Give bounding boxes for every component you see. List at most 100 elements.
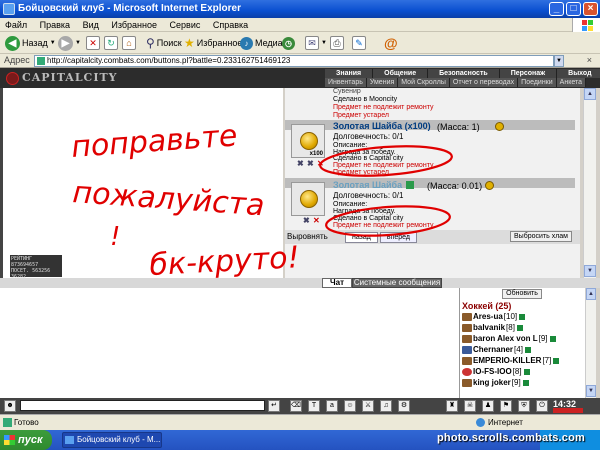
nav-inventory[interactable]: Инвентарь [325, 78, 367, 87]
user-name: Chernaner [473, 345, 514, 354]
menu-edit[interactable]: Правка [35, 18, 75, 32]
start-button[interactable]: пуск [0, 430, 52, 450]
item-slot[interactable]: x100 [291, 124, 325, 158]
nav-knowledge[interactable]: Знания [325, 69, 374, 78]
tab-forward[interactable]: вперед [379, 232, 417, 243]
minimize-button[interactable]: _ [549, 2, 564, 16]
sword-icon[interactable]: ⚔ [362, 400, 374, 412]
skull-icon[interactable]: ☠ [464, 400, 476, 412]
use-item-icon[interactable]: ✖ [297, 159, 304, 168]
refresh-page-button[interactable]: ↻ [104, 35, 118, 51]
list-item[interactable]: EMPERIO-KILLER [7] [462, 356, 560, 366]
nav-profile[interactable]: Анкета [556, 78, 587, 87]
transfer-item-icon[interactable]: ✖ [307, 159, 314, 168]
search-button[interactable]: ⚲ Поиск [146, 35, 182, 51]
print-button[interactable]: ⎙ [330, 35, 344, 51]
menu-view[interactable]: Вид [78, 18, 104, 32]
forward-button[interactable]: ▶ ▼ [58, 35, 81, 51]
nav-exit[interactable]: Выход [557, 69, 600, 78]
menu-favorites[interactable]: Избранное [106, 18, 162, 32]
close-icon[interactable]: × [587, 55, 592, 65]
close-button[interactable]: × [583, 2, 598, 16]
clan-icon [462, 313, 472, 321]
info-icon[interactable] [524, 347, 531, 353]
mail-icon: ✉ [305, 36, 319, 50]
tab-chat[interactable]: Чат [322, 278, 352, 288]
history-button[interactable]: ◷ [282, 35, 295, 51]
list-item[interactable]: balvanik [8] [462, 323, 523, 333]
filter-icon[interactable]: T [308, 400, 320, 412]
list-item[interactable]: baron Alex von L [9] [462, 334, 556, 344]
address-input[interactable]: http://capitalcity.combats.com/buttons.p… [34, 55, 554, 67]
nav-character[interactable]: Персонаж [499, 69, 558, 78]
info-icon[interactable] [553, 358, 560, 364]
refresh-users-button[interactable]: Обновить [502, 289, 542, 299]
delete-item-icon[interactable]: ✕ [317, 159, 324, 168]
scroll-down-icon[interactable]: ▼ [584, 265, 596, 277]
media-icon: ♪ [240, 36, 253, 50]
user-list-scrollbar[interactable]: ▲ ▼ [585, 288, 596, 398]
info-icon[interactable] [522, 380, 529, 386]
translit-icon[interactable]: a [326, 400, 338, 412]
menu-help[interactable]: Справка [208, 18, 253, 32]
taskbar-item-label: Бойцовский клуб - M... [77, 435, 161, 444]
clear-icon[interactable]: ⌫ [290, 400, 302, 412]
home-button[interactable]: ⌂ [122, 35, 136, 51]
smile-icon[interactable]: ☺ [344, 400, 356, 412]
nav-skills[interactable]: Умения [366, 78, 399, 87]
flag-icon[interactable]: ⚑ [500, 400, 512, 412]
scroll-down-icon[interactable]: ▼ [586, 385, 596, 397]
info-icon[interactable] [516, 325, 523, 331]
mail-button[interactable]: ✉ ▼ [305, 35, 327, 51]
gold-puck-icon [300, 190, 318, 208]
delete-item-icon[interactable]: ✕ [313, 216, 320, 225]
media-button[interactable]: ♪ Медиа [240, 35, 283, 51]
chevron-down-icon: ▼ [321, 40, 327, 46]
media-label: Медиа [255, 38, 283, 48]
nav-transfer-report[interactable]: Отчет о переводах [449, 78, 519, 87]
tab-back[interactable]: назад [345, 232, 378, 243]
list-item[interactable]: IO-FS-IOO [8] [462, 367, 530, 377]
nav-security[interactable]: Безопасность [428, 69, 500, 78]
info-icon[interactable] [406, 181, 414, 189]
maximize-button[interactable]: □ [566, 2, 581, 16]
send-message-button[interactable]: ↵ [268, 400, 280, 412]
settings-icon[interactable]: ⚙ [398, 400, 410, 412]
scroll-up-icon[interactable]: ▲ [584, 88, 596, 100]
shield-icon[interactable]: ⛨ [518, 400, 530, 412]
throw-junk-button[interactable]: Выбросить хлам [510, 231, 572, 242]
back-button[interactable]: ◀ Назад ▼ [5, 35, 56, 51]
list-item[interactable]: Ares-ua [10] [462, 312, 526, 322]
address-dropdown-button[interactable]: ▼ [554, 55, 564, 67]
nav-scrolls[interactable]: Мой Скроллы [398, 78, 450, 87]
bag-icon[interactable]: ♜ [446, 400, 458, 412]
edit-button[interactable]: ✎ [352, 35, 366, 51]
list-item[interactable]: Chernaner [4] [462, 345, 531, 355]
nav-fights[interactable]: Поединки [518, 78, 557, 87]
exit-icon[interactable]: ⏻ [536, 400, 548, 412]
stop-icon: ✕ [86, 36, 100, 50]
nav-communication[interactable]: Общение [373, 69, 429, 78]
item-desc-label: Описание: [333, 201, 368, 208]
inventory-scrollbar[interactable]: ▲ ▼ [583, 88, 596, 278]
info-icon[interactable] [549, 336, 556, 342]
list-item[interactable]: king joker [9] [462, 378, 529, 388]
scroll-up-icon[interactable]: ▲ [586, 288, 596, 300]
user-icon[interactable]: ♟ [482, 400, 494, 412]
stop-button[interactable]: ✕ [86, 35, 100, 51]
favorites-button[interactable]: ★ Избранное [184, 35, 242, 51]
tab-system-messages[interactable]: Системные сообщения [352, 278, 442, 288]
taskbar-item-ie[interactable]: Бойцовский клуб - M... [62, 432, 162, 448]
info-icon[interactable] [519, 314, 526, 320]
transfer-item-icon[interactable]: ✖ [303, 216, 310, 225]
browser-toolbar: ◀ Назад ▼ ▶ ▼ ✕ ↻ ⌂ ⚲ Поиск ★ Избранное … [0, 32, 600, 54]
messenger-button[interactable]: @ [384, 35, 398, 51]
chat-mode-icon[interactable]: ☻ [4, 400, 16, 412]
chat-input[interactable] [20, 400, 265, 411]
item-slot[interactable] [291, 182, 325, 216]
menu-file[interactable]: Файл [0, 18, 32, 32]
info-icon[interactable] [523, 369, 530, 375]
music-icon[interactable]: ♫ [380, 400, 392, 412]
menu-tools[interactable]: Сервис [165, 18, 206, 32]
chat-log [0, 288, 460, 398]
